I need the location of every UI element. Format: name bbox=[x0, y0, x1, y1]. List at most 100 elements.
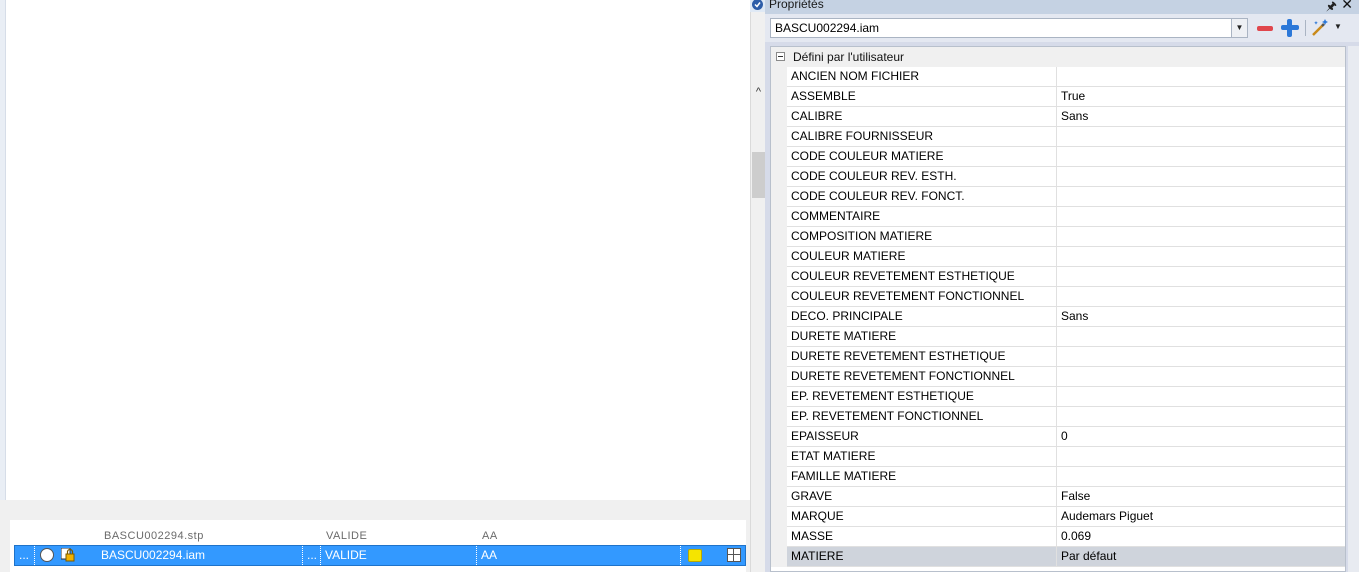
property-value[interactable] bbox=[1057, 67, 1345, 87]
property-value[interactable] bbox=[1057, 127, 1345, 147]
property-value[interactable] bbox=[1057, 287, 1345, 307]
property-value[interactable] bbox=[1057, 267, 1345, 287]
property-row[interactable]: MATIERE Par défaut bbox=[771, 547, 1345, 567]
property-row[interactable]: CALIBRE Sans bbox=[771, 107, 1345, 127]
property-value[interactable] bbox=[1057, 187, 1345, 207]
file-list-pane: BASCU002294.stp VALIDE AA ... BASCU00229… bbox=[0, 0, 750, 572]
property-row[interactable]: DURETE MATIERE bbox=[771, 327, 1345, 347]
close-icon[interactable]: ✕ bbox=[1341, 0, 1353, 13]
row-gutter bbox=[771, 427, 787, 447]
property-name: DURETE REVETEMENT ESTHETIQUE bbox=[787, 347, 1057, 367]
panel-title: Propriétés bbox=[769, 0, 824, 11]
property-row[interactable]: COMPOSITION MATIERE bbox=[771, 227, 1345, 247]
property-name: CODE COULEUR MATIERE bbox=[787, 147, 1057, 167]
property-value[interactable]: False bbox=[1057, 487, 1345, 507]
property-name: MATIERE bbox=[787, 547, 1057, 567]
property-name: COULEUR REVETEMENT FONCTIONNEL bbox=[787, 287, 1057, 307]
property-name: ANCIEN NOM FICHIER bbox=[787, 67, 1057, 87]
property-rows: ANCIEN NOM FICHIER ASSEMBLE True CALIBRE San… bbox=[771, 67, 1345, 567]
row-gutter bbox=[771, 487, 787, 507]
property-value[interactable]: 0 bbox=[1057, 427, 1345, 447]
property-row[interactable]: COMMENTAIRE bbox=[771, 207, 1345, 227]
row-gutter bbox=[771, 447, 787, 467]
panel-title-bar: Propriétés 🖈 ✕ bbox=[765, 0, 1359, 14]
row-gutter bbox=[771, 87, 787, 107]
row-gutter bbox=[771, 67, 787, 87]
property-value[interactable] bbox=[1057, 327, 1345, 347]
row-dots[interactable]: ... bbox=[15, 546, 35, 565]
add-property-button[interactable] bbox=[1280, 18, 1300, 38]
property-value[interactable] bbox=[1057, 247, 1345, 267]
row-gutter bbox=[771, 367, 787, 387]
row-gutter bbox=[771, 307, 787, 327]
property-grid-scrollbar[interactable] bbox=[1348, 46, 1359, 572]
property-row[interactable]: MARQUE Audemars Piguet bbox=[771, 507, 1345, 527]
file-select[interactable]: BASCU002294.iam ▼ bbox=[770, 18, 1248, 38]
row-gutter bbox=[771, 207, 787, 227]
property-row[interactable]: DURETE REVETEMENT ESTHETIQUE bbox=[771, 347, 1345, 367]
property-value[interactable] bbox=[1057, 467, 1345, 487]
row-gutter bbox=[771, 507, 787, 527]
property-name: GRAVE bbox=[787, 487, 1057, 507]
property-grid: Défini par l'utilisateur ANCIEN NOM FICH… bbox=[770, 46, 1346, 572]
property-value[interactable]: Sans bbox=[1057, 107, 1345, 127]
property-name: FAMILLE MATIERE bbox=[787, 467, 1057, 487]
property-value[interactable]: Par défaut bbox=[1057, 547, 1345, 567]
chevron-down-icon[interactable]: ▼ bbox=[1334, 22, 1342, 31]
property-row[interactable]: EP. REVETEMENT ESTHETIQUE bbox=[771, 387, 1345, 407]
collapse-icon[interactable] bbox=[776, 52, 785, 61]
property-value[interactable] bbox=[1057, 447, 1345, 467]
row-dots[interactable]: ... bbox=[303, 546, 321, 565]
property-row[interactable]: DECO. PRINCIPALE Sans bbox=[771, 307, 1345, 327]
property-row[interactable]: COULEUR REVETEMENT ESTHETIQUE bbox=[771, 267, 1345, 287]
property-row[interactable]: ANCIEN NOM FICHIER bbox=[771, 67, 1345, 87]
property-name: ETAT MATIERE bbox=[787, 447, 1057, 467]
property-row[interactable]: CODE COULEUR REV. FONCT. bbox=[771, 187, 1345, 207]
property-row[interactable]: COULEUR REVETEMENT FONCTIONNEL bbox=[771, 287, 1345, 307]
property-value[interactable] bbox=[1057, 407, 1345, 427]
property-value[interactable]: Sans bbox=[1057, 307, 1345, 327]
property-row[interactable]: CALIBRE FOURNISSEUR bbox=[771, 127, 1345, 147]
row-gutter bbox=[771, 127, 787, 147]
property-value[interactable] bbox=[1057, 147, 1345, 167]
category-header[interactable]: Défini par l'utilisateur bbox=[771, 47, 1345, 67]
property-value[interactable] bbox=[1057, 227, 1345, 247]
list-item[interactable]: BASCU002294.stp VALIDE AA bbox=[14, 528, 746, 542]
file-revision: AA bbox=[477, 546, 681, 565]
property-row[interactable]: GRAVE False bbox=[771, 487, 1345, 507]
toolbar-divider bbox=[1305, 20, 1306, 36]
grid-view-icon[interactable] bbox=[727, 548, 741, 562]
property-value[interactable] bbox=[1057, 167, 1345, 187]
property-row[interactable]: FAMILLE MATIERE bbox=[771, 467, 1345, 487]
list-item-selected[interactable]: ... BASCU002294.iam ... VALIDE AA bbox=[14, 545, 746, 566]
property-name: COULEUR REVETEMENT ESTHETIQUE bbox=[787, 267, 1057, 287]
vertical-scrollbar[interactable]: ^ bbox=[750, 0, 765, 572]
refresh-icon[interactable] bbox=[750, 0, 765, 12]
property-row[interactable]: EPAISSEUR 0 bbox=[771, 427, 1345, 447]
property-value[interactable]: 0.069 bbox=[1057, 527, 1345, 547]
property-name: CODE COULEUR REV. FONCT. bbox=[787, 187, 1057, 207]
scroll-thumb[interactable] bbox=[752, 152, 765, 198]
property-value[interactable]: Audemars Piguet bbox=[1057, 507, 1345, 527]
scroll-up-icon[interactable]: ^ bbox=[751, 84, 766, 100]
magic-wand-icon[interactable] bbox=[1310, 18, 1330, 38]
chevron-down-icon[interactable]: ▼ bbox=[1231, 19, 1247, 37]
row-gutter bbox=[771, 247, 787, 267]
property-value[interactable] bbox=[1057, 387, 1345, 407]
property-row[interactable]: ETAT MATIERE bbox=[771, 447, 1345, 467]
property-row[interactable]: DURETE REVETEMENT FONCTIONNEL bbox=[771, 367, 1345, 387]
property-value[interactable]: True bbox=[1057, 87, 1345, 107]
property-row[interactable]: MASSE 0.069 bbox=[771, 527, 1345, 547]
file-select-value: BASCU002294.iam bbox=[775, 21, 880, 35]
property-value[interactable] bbox=[1057, 367, 1345, 387]
property-row[interactable]: EP. REVETEMENT FONCTIONNEL bbox=[771, 407, 1345, 427]
file-revision: AA bbox=[482, 530, 498, 542]
property-name: CODE COULEUR REV. ESTH. bbox=[787, 167, 1057, 187]
property-row[interactable]: ASSEMBLE True bbox=[771, 87, 1345, 107]
property-row[interactable]: CODE COULEUR REV. ESTH. bbox=[771, 167, 1345, 187]
property-value[interactable] bbox=[1057, 347, 1345, 367]
remove-property-button[interactable] bbox=[1255, 20, 1275, 36]
property-value[interactable] bbox=[1057, 207, 1345, 227]
property-row[interactable]: COULEUR MATIERE bbox=[771, 247, 1345, 267]
property-row[interactable]: CODE COULEUR MATIERE bbox=[771, 147, 1345, 167]
